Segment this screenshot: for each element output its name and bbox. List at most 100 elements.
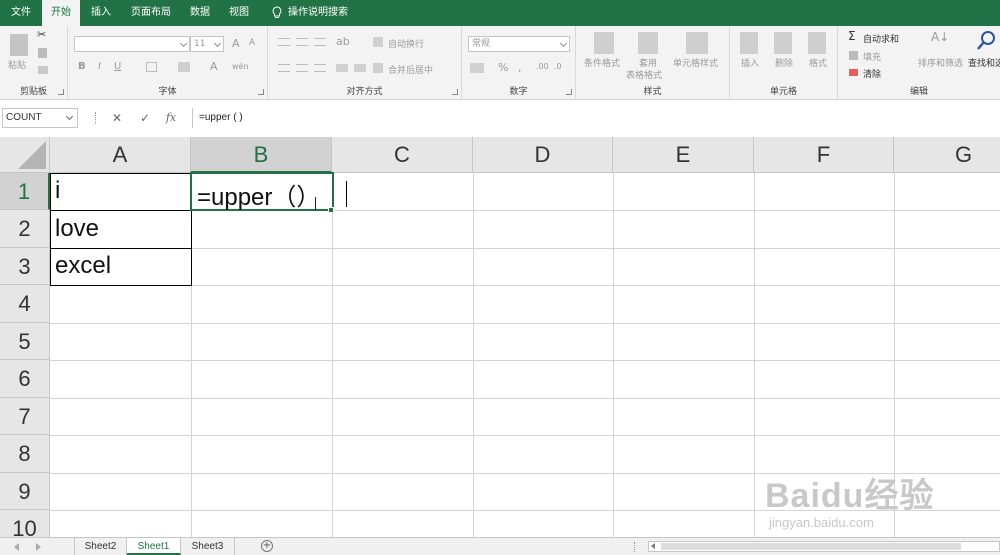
cell-a2[interactable]: love — [50, 215, 99, 243]
format-cells-button[interactable]: 格式 — [809, 56, 827, 69]
italic-button[interactable]: I — [98, 61, 101, 72]
tell-me-search[interactable]: 操作说明搜索 — [288, 0, 354, 26]
font-launcher-icon[interactable] — [258, 89, 264, 95]
chevron-down-icon[interactable] — [65, 112, 74, 121]
insert-cells-icon[interactable] — [740, 32, 758, 54]
align-center-icon[interactable] — [296, 64, 308, 72]
add-sheet-icon[interactable]: + — [261, 540, 273, 552]
sigma-icon[interactable]: Σ — [848, 29, 856, 43]
format-as-table-icon[interactable] — [638, 32, 658, 54]
row-header-5[interactable]: 5 — [0, 323, 50, 360]
name-box[interactable]: COUNT — [2, 108, 78, 128]
tab-view[interactable]: 视图 — [222, 0, 256, 26]
format-cells-icon[interactable] — [808, 32, 826, 54]
align-right-icon[interactable] — [314, 64, 326, 72]
increase-decimal-icon[interactable]: .00 — [536, 62, 549, 71]
tab-file[interactable]: 文件 — [4, 0, 38, 26]
copy-icon[interactable] — [38, 48, 47, 58]
cell-a1[interactable]: i — [50, 177, 60, 205]
sheet-tab-sheet1[interactable]: Sheet1 — [127, 538, 181, 555]
percent-button[interactable]: % — [498, 61, 508, 74]
cell-styles-button[interactable]: 单元格样式 — [673, 56, 718, 69]
fill-button[interactable]: 填充 — [863, 50, 881, 63]
paste-label[interactable]: 粘贴 — [8, 58, 26, 71]
formula-bar-splitter[interactable] — [95, 112, 97, 124]
cell-styles-icon[interactable] — [686, 32, 708, 54]
clear-button[interactable]: 清除 — [863, 67, 881, 80]
merge-center-icon[interactable] — [373, 63, 383, 73]
find-select-button[interactable]: 查找和选 — [968, 56, 1000, 69]
orientation-icon[interactable]: ab — [336, 35, 350, 48]
font-color-icon[interactable]: A — [210, 60, 218, 73]
scroll-left-icon[interactable] — [651, 543, 655, 549]
font-name-select[interactable] — [74, 36, 190, 52]
tab-splitter[interactable] — [634, 542, 636, 552]
select-all-button[interactable] — [0, 137, 50, 173]
format-as-table-button-line2[interactable]: 表格格式 — [626, 68, 662, 81]
font-size-select[interactable]: 11 — [190, 36, 224, 52]
cut-icon[interactable]: ✂ — [37, 28, 46, 41]
formula-input[interactable]: =upper ( ) — [192, 108, 1000, 128]
scroll-thumb[interactable] — [661, 543, 961, 550]
cell-b1[interactable]: =upper（） — [192, 177, 320, 212]
increase-indent-icon[interactable] — [354, 64, 366, 72]
tab-home[interactable]: 开始 — [42, 0, 80, 26]
column-header-b[interactable]: B — [191, 137, 332, 173]
sheet-next-icon[interactable] — [36, 543, 41, 551]
decrease-indent-icon[interactable] — [336, 64, 348, 72]
row-header-4[interactable]: 4 — [0, 285, 50, 323]
cell-a3[interactable]: excel — [50, 252, 111, 280]
decrease-font-icon[interactable]: A — [249, 38, 255, 48]
delete-cells-button[interactable]: 删除 — [775, 56, 793, 69]
sheet-tab-sheet2[interactable]: Sheet2 — [74, 538, 127, 555]
row-header-7[interactable]: 7 — [0, 398, 50, 435]
currency-icon[interactable] — [470, 63, 484, 73]
tab-insert[interactable]: 插入 — [84, 0, 118, 26]
row-header-9[interactable]: 9 — [0, 473, 50, 510]
align-top-icon[interactable] — [278, 38, 290, 46]
cancel-icon[interactable]: ✕ — [108, 109, 126, 127]
number-format-select[interactable]: 常规 — [468, 36, 570, 52]
increase-font-icon[interactable]: A — [232, 37, 240, 50]
horizontal-scrollbar[interactable] — [648, 541, 1000, 552]
search-icon[interactable] — [976, 30, 996, 52]
align-bottom-icon[interactable] — [314, 38, 326, 46]
comma-style-icon[interactable]: , — [518, 61, 522, 74]
fill-color-icon[interactable] — [178, 62, 190, 72]
sort-filter-icon[interactable]: A↓ — [931, 30, 949, 44]
eraser-icon[interactable] — [849, 69, 858, 76]
alignment-launcher-icon[interactable] — [452, 89, 458, 95]
tab-page-layout[interactable]: 页面布局 — [124, 0, 178, 26]
insert-cells-button[interactable]: 插入 — [741, 56, 759, 69]
row-header-2[interactable]: 2 — [0, 210, 50, 248]
insert-function-icon[interactable]: fx — [162, 109, 180, 127]
enter-icon[interactable]: ✓ — [136, 109, 154, 127]
underline-button[interactable]: U — [114, 61, 121, 72]
conditional-format-icon[interactable] — [594, 32, 614, 54]
column-header-e[interactable]: E — [613, 137, 754, 173]
autosum-button[interactable]: 自动求和 — [863, 32, 899, 45]
column-header-g[interactable]: G — [894, 137, 1000, 173]
fill-down-icon[interactable] — [849, 51, 858, 60]
column-header-f[interactable]: F — [754, 137, 894, 173]
column-header-a[interactable]: A — [50, 137, 191, 173]
column-header-d[interactable]: D — [473, 137, 613, 173]
phonetic-icon[interactable]: wén — [232, 62, 249, 71]
conditional-format-button[interactable]: 条件格式 — [584, 56, 620, 69]
row-header-1[interactable]: 1 — [0, 173, 50, 210]
sheet-prev-icon[interactable] — [14, 543, 19, 551]
align-middle-icon[interactable] — [296, 38, 308, 46]
delete-cells-icon[interactable] — [774, 32, 792, 54]
number-launcher-icon[interactable] — [566, 89, 572, 95]
borders-icon[interactable] — [146, 62, 157, 72]
wrap-text-icon[interactable] — [373, 37, 383, 47]
align-left-icon[interactable] — [278, 64, 290, 72]
format-painter-icon[interactable] — [38, 66, 48, 74]
bold-button[interactable]: B — [78, 61, 86, 72]
wrap-text-button[interactable]: 自动换行 — [388, 37, 424, 50]
sheet-tab-sheet3[interactable]: Sheet3 — [181, 538, 235, 555]
fill-handle[interactable] — [328, 207, 334, 213]
row-header-6[interactable]: 6 — [0, 360, 50, 398]
paste-icon[interactable] — [10, 34, 28, 56]
row-header-8[interactable]: 8 — [0, 435, 50, 473]
